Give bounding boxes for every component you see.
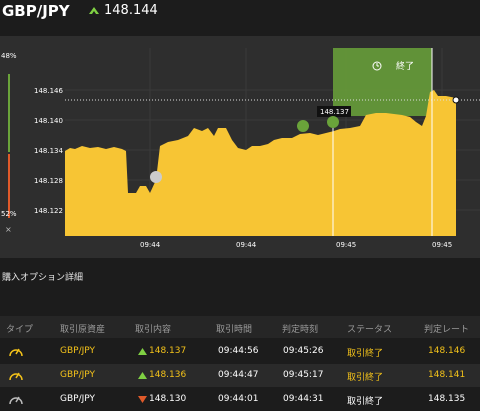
table-row[interactable]: GBP/JPY 148.136 09:44:47 09:45:17 取引終了 1… [0, 364, 480, 387]
judge-time-cell: 09:44:31 [283, 394, 324, 404]
price-up-icon [89, 7, 99, 14]
trade-marker-up [297, 120, 309, 132]
header-status: ステータス [347, 325, 393, 335]
asset-pair-title: GBP/JPY [2, 2, 70, 20]
y-tick-label: 148.122 [34, 207, 63, 215]
y-tick-label: 148.134 [34, 147, 63, 155]
rate-cell: 148.136 [149, 370, 187, 380]
y-tick-label: 148.140 [34, 117, 63, 125]
judge-rate-cell: 148.135 [428, 394, 466, 404]
x-tick-label: 09:44 [140, 241, 161, 249]
judge-zone [333, 48, 432, 116]
current-price: 148.144 [104, 3, 158, 18]
rate-cell: 148.130 [149, 394, 187, 404]
gauge-icon [9, 348, 23, 357]
entry-price-label: 148.137 [320, 108, 349, 116]
judge-rate-cell: 148.146 [428, 346, 466, 356]
gauge-icon [9, 372, 23, 381]
table-row[interactable]: GBP/JPY 148.137 09:44:56 09:45:26 取引終了 1… [0, 340, 480, 363]
header-content: 取引内容 [135, 325, 172, 335]
up-arrow-icon [138, 348, 147, 355]
status-cell: 取引終了 [347, 349, 384, 359]
up-arrow-icon [138, 372, 147, 379]
current-point [452, 96, 460, 104]
trade-marker-neutral [150, 171, 162, 183]
x-tick-label: 09:44 [236, 241, 257, 249]
y-tick-label: 148.146 [34, 87, 63, 95]
header-trade-time: 取引時間 [216, 325, 253, 335]
asset-cell: GBP/JPY [60, 346, 95, 356]
table-header: タイプ 取引原資産 取引内容 取引時間 判定時刻 ステータス 判定レート [0, 316, 480, 338]
judge-rate-cell: 148.141 [428, 370, 466, 380]
judge-time-cell: 09:45:17 [283, 370, 324, 380]
price-chart: 148.146 148.140 148.134 148.128 148.122 … [34, 48, 480, 249]
purchase-details-title: 購入オプション詳細 [2, 273, 84, 283]
header-type: タイプ [6, 325, 34, 335]
y-tick-label: 148.128 [34, 177, 63, 185]
asset-cell: GBP/JPY [60, 370, 95, 380]
header-bar: GBP/JPY 148.144 [0, 0, 480, 26]
down-arrow-icon [138, 396, 147, 403]
gauge-icon [9, 396, 23, 405]
judge-time-cell: 09:45:26 [283, 346, 324, 356]
x-tick-label: 09:45 [336, 241, 356, 249]
trade-time-cell: 09:44:01 [218, 394, 259, 404]
header-judge-rate: 判定レート [424, 325, 470, 335]
status-cell: 取引終了 [347, 397, 384, 407]
chart-panel[interactable]: 48% 52% × 148.146 148.140 148.134 148.12… [0, 36, 480, 258]
trade-time-cell: 09:44:56 [218, 346, 259, 356]
end-label: 終了 [396, 60, 414, 72]
x-tick-label: 09:45 [432, 241, 452, 249]
status-cell: 取引終了 [347, 373, 384, 383]
header-asset: 取引原資産 [60, 325, 106, 335]
trade-marker-up [327, 116, 339, 128]
table-row[interactable]: GBP/JPY 148.130 09:44:01 09:44:31 取引終了 1… [0, 388, 480, 411]
rate-cell: 148.137 [149, 346, 187, 356]
trade-time-cell: 09:44:47 [218, 370, 259, 380]
header-judge-time: 判定時刻 [282, 325, 319, 335]
asset-cell: GBP/JPY [60, 394, 95, 404]
